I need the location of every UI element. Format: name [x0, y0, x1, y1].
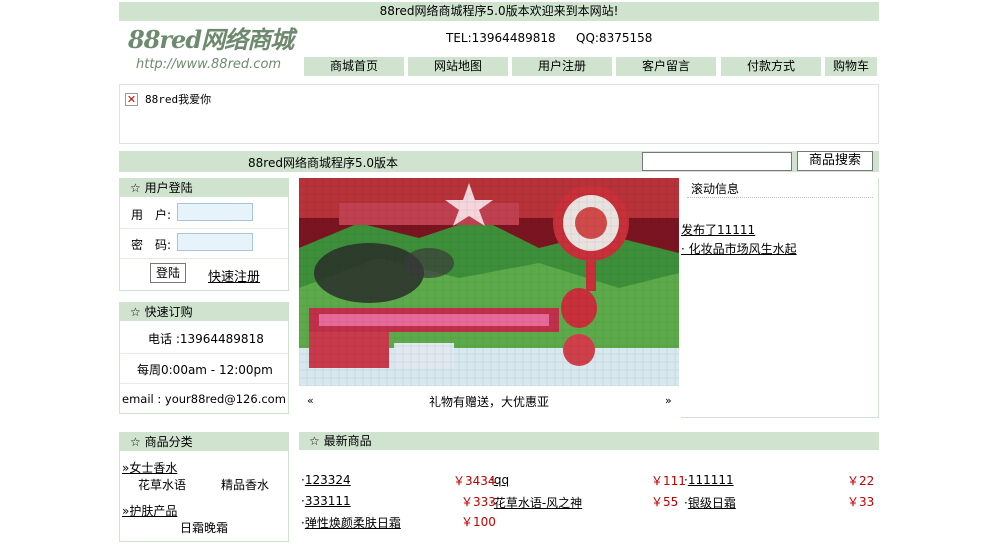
nav-sitemap[interactable]: 网站地图 [408, 57, 510, 76]
quick-order-panel: ☆ 快速订购 电话 :13964489818 每周0:00am - 12:00p… [119, 302, 289, 414]
subcategory-item[interactable]: 花草水语 [138, 476, 186, 493]
search-input[interactable] [642, 152, 792, 171]
star-icon: ☆ [309, 434, 320, 448]
search-bar-label: 88red网络商城程序5.0版本 [248, 156, 399, 170]
contact-qq: QQ:8375158 [576, 31, 653, 45]
order-phone: 电话 :13964489818 [148, 332, 264, 346]
star-icon: ☆ [130, 181, 141, 195]
latest-products-panel: ☆ 最新商品 ·123324 ￥3434 ·qq ￥111 ·111111 ￥2… [299, 432, 879, 542]
password-input[interactable] [177, 233, 253, 251]
search-button-label: 商品搜索 [808, 153, 861, 168]
news-title: 滚动信息 [691, 182, 740, 196]
product-price: ￥55 [651, 495, 679, 509]
quick-order-title: 快速订购 [144, 305, 193, 319]
broken-image: ✕ 88red我爱你 [125, 91, 211, 107]
categories-title: 商品分类 [144, 435, 193, 449]
username-input[interactable] [177, 203, 253, 221]
star-icon: ☆ [130, 435, 141, 449]
nav-register[interactable]: 用户注册 [512, 57, 614, 76]
star-icon: ☆ [130, 305, 141, 319]
product-price: ￥22 [847, 474, 875, 488]
order-email: email : your88red@126.com [122, 392, 286, 406]
product-item[interactable]: ·333111 [301, 494, 351, 508]
login-title: 用户登陆 [144, 181, 193, 195]
banner-area: ✕ 88red我爱你 [119, 84, 879, 144]
category-item[interactable]: »护肤产品 [122, 502, 177, 519]
broken-image-icon: ✕ [125, 92, 138, 106]
search-bar: 88red网络商城程序5.0版本 商品搜索 [119, 151, 879, 172]
welcome-text: 88red网络商城程序5.0版本欢迎来到本网站! [379, 4, 619, 18]
broken-image-alt: 88red我爱你 [145, 93, 212, 106]
product-price: ￥111 [651, 474, 686, 488]
nav-payment[interactable]: 付款方式 [721, 57, 823, 76]
product-name[interactable]: 111111 [688, 473, 734, 487]
product-name[interactable]: 花草水语-风之神 [494, 496, 582, 510]
logo-title: 88red网络商城 [128, 25, 294, 54]
product-price: ￥33 [847, 495, 875, 509]
site-logo[interactable]: 88red网络商城 http://www.88red.com [128, 26, 308, 76]
subcategory-item[interactable]: 精品香水 [221, 476, 269, 493]
latest-products-header: ☆ 最新商品 [299, 432, 879, 450]
order-hours: 每周0:00am - 12:00pm [137, 363, 273, 377]
news-item[interactable]: 发布了11111 [681, 221, 755, 238]
latest-products-title: 最新商品 [323, 434, 372, 448]
quick-register-link[interactable]: 快速注册 [208, 266, 260, 285]
subcategory-item[interactable]: 日霜晚霜 [180, 519, 228, 536]
nav-payment-label: 付款方式 [746, 59, 795, 73]
login-button[interactable]: 登陆 [150, 263, 186, 283]
nav-sitemap-label: 网站地图 [433, 59, 482, 73]
product-price: ￥100 [461, 515, 496, 529]
slideshow-caption: 礼物有赠送，大优惠亚 [428, 395, 549, 409]
login-panel-header: ☆ 用户登陆 [120, 179, 288, 197]
product-item[interactable]: ·qq [490, 473, 509, 487]
categories-panel: ☆ 商品分类 »女士香水 花草水语 精品香水 »护肤产品 日霜晚霜 [119, 432, 289, 542]
slideshow-next-button[interactable]: » [665, 394, 672, 407]
slideshow-caption-bar: « 礼物有赠送，大优惠亚 » [299, 390, 679, 412]
nav-guestbook[interactable]: 客户留言 [616, 57, 718, 76]
top-welcome-bar: 88red网络商城程序5.0版本欢迎来到本网站! [119, 2, 879, 21]
product-item[interactable]: ·123324 [301, 473, 351, 487]
news-item[interactable]: · 化妆品市场风生水起 [681, 240, 797, 257]
product-name[interactable]: 333111 [305, 494, 351, 508]
nav-register-label: 用户注册 [537, 59, 586, 73]
nav-cart[interactable]: 购物车 [825, 57, 877, 76]
product-name[interactable]: qq [494, 473, 509, 487]
contact-tel: TEL:13964489818 [446, 31, 556, 45]
categories-header: ☆ 商品分类 [120, 433, 288, 451]
logo-url: http://www.88red.com [136, 57, 282, 72]
nav-cart-label: 购物车 [832, 59, 869, 73]
product-name[interactable]: 银级日霜 [688, 496, 736, 510]
password-label: 密 码: [131, 238, 172, 252]
news-title-underline [687, 197, 873, 198]
product-name[interactable]: 123324 [305, 473, 351, 487]
product-item[interactable]: ·弹性焕颜柔肤日霜 [301, 514, 401, 531]
username-label: 用 户: [131, 208, 172, 222]
login-panel: ☆ 用户登陆 用 户: 密 码: 登陆 快速注册 [119, 178, 289, 291]
product-item[interactable]: ·111111 [684, 473, 734, 487]
nav-guestbook-label: 客户留言 [641, 59, 690, 73]
product-item[interactable]: ·银级日霜 [684, 494, 736, 511]
slideshow: « 礼物有赠送，大优惠亚 » [299, 178, 679, 416]
slideshow-image[interactable] [299, 178, 679, 386]
login-button-label: 登陆 [155, 266, 180, 280]
product-name[interactable]: 弹性焕颜柔肤日霜 [305, 516, 401, 530]
category-item[interactable]: »女士香水 [122, 459, 177, 476]
product-item[interactable]: ·花草水语-风之神 [490, 494, 582, 511]
search-button[interactable]: 商品搜索 [797, 151, 873, 171]
nav-home-label: 商城首页 [329, 59, 378, 73]
nav-home[interactable]: 商城首页 [304, 57, 406, 76]
news-panel: 滚动信息 发布了11111 · 化妆品市场风生水起 [681, 178, 879, 418]
quick-order-header: ☆ 快速订购 [120, 303, 288, 321]
